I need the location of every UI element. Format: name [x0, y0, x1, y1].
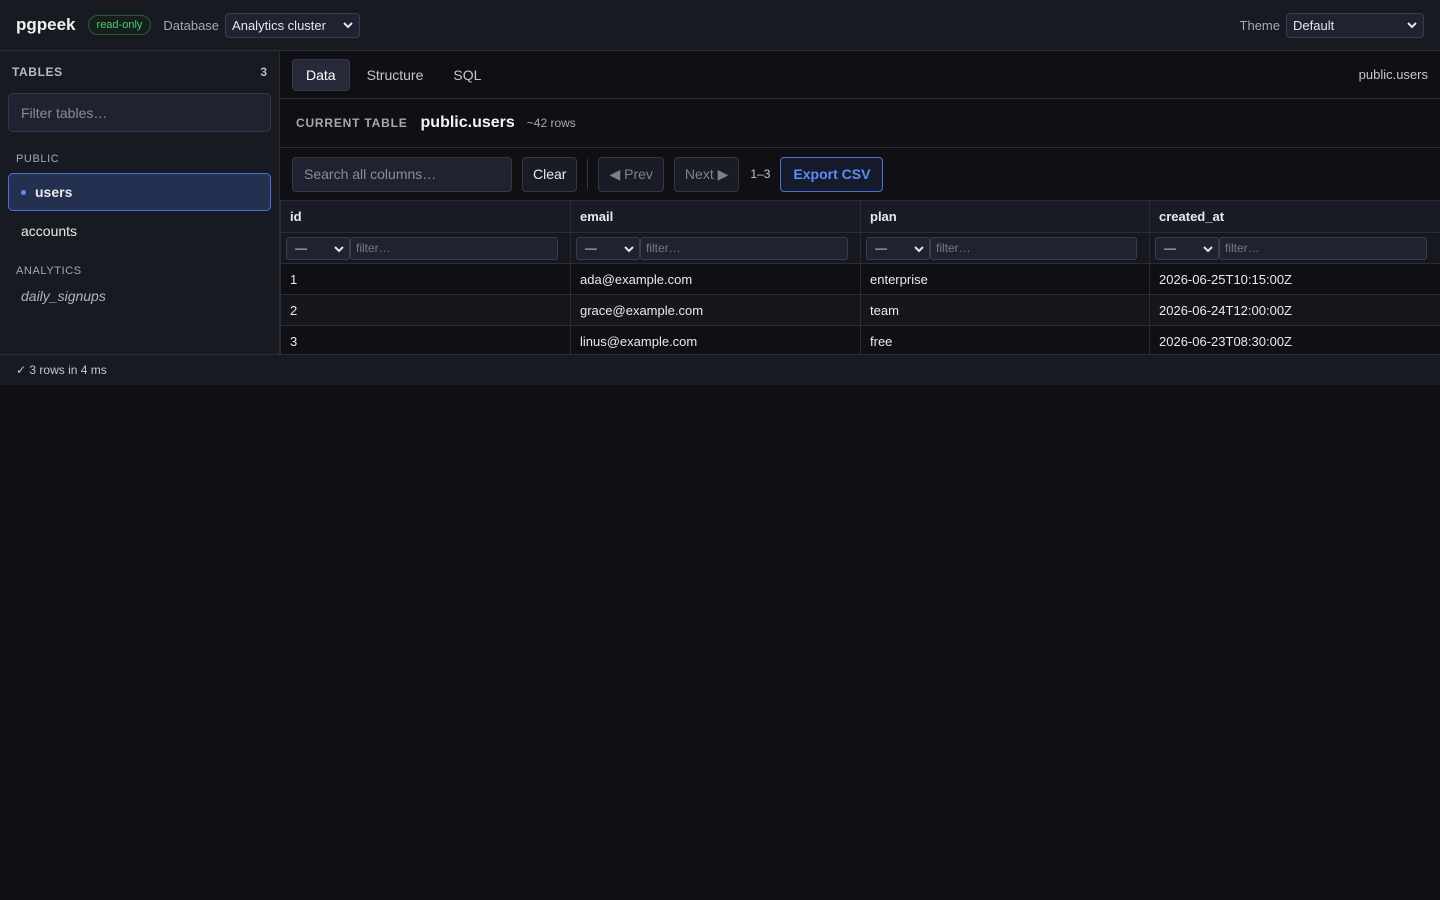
tab-data[interactable]: Data [292, 58, 350, 91]
filter-operator-value: — [585, 241, 597, 255]
theme-select[interactable]: Default [1286, 12, 1424, 38]
chevron-down-icon [914, 245, 924, 252]
column-filter-created-at: — filter… [1149, 232, 1440, 264]
toolbar-divider [587, 159, 589, 189]
column-filter-input[interactable]: filter… [640, 236, 848, 260]
chevron-down-icon [1203, 245, 1213, 252]
cell-created-at[interactable]: 2026-06-24T12:00:00Z [1149, 294, 1440, 326]
column-header-id[interactable]: id [280, 200, 571, 233]
tab-structure[interactable]: Structure [354, 60, 437, 90]
group-label-analytics: ANALYTICS [16, 265, 82, 277]
next-page-button[interactable]: Next ▶ [673, 156, 740, 192]
cell-id[interactable]: 1 [280, 263, 571, 295]
sidebar-item-label: accounts [21, 223, 78, 239]
sidebar-item-accounts[interactable]: accounts [0, 212, 279, 250]
column-filter-input[interactable]: filter… [1219, 236, 1427, 260]
top-bar: pgpeek read-only Database Analytics clus… [0, 0, 1440, 51]
current-table-header: CURRENT TABLE public.users ~42 rows [280, 99, 1440, 148]
cell-created-at[interactable]: 2026-06-23T08:30:00Z [1149, 325, 1440, 357]
database-select[interactable]: Analytics cluster [225, 12, 361, 38]
filter-operator-select[interactable]: — [576, 236, 640, 260]
cell-created-at[interactable]: 2026-06-25T10:15:00Z [1149, 263, 1440, 295]
table-row[interactable]: 3 linus@example.com free 2026-06-23T08:3… [280, 325, 1440, 357]
cell-id[interactable]: 2 [280, 294, 571, 326]
current-path: public.users [1358, 67, 1428, 82]
database-label: Database [163, 17, 220, 33]
table-row[interactable]: 1 ada@example.com enterprise 2026-06-25T… [280, 263, 1440, 295]
page-range: 1–3 [750, 167, 771, 181]
filter-operator-value: — [1164, 241, 1176, 255]
sidebar-header: TABLES 3 [0, 51, 279, 79]
cell-plan[interactable]: enterprise [860, 263, 1150, 295]
column-header-created-at[interactable]: created_at [1149, 200, 1440, 233]
group-label-public: PUBLIC [16, 153, 60, 165]
main-panel: Data Structure SQL public.users CURRENT … [280, 51, 1440, 357]
cell-email[interactable]: ada@example.com [570, 263, 861, 295]
filter-operator-select[interactable]: — [286, 236, 350, 260]
theme-select-value: Default [1293, 17, 1335, 33]
search-all-input[interactable]: Search all columns… [292, 156, 512, 192]
filter-operator-select[interactable]: — [1155, 236, 1219, 260]
row-estimate: ~42 rows [526, 116, 576, 130]
current-table-label: CURRENT TABLE [296, 116, 408, 130]
column-filter-id: — filter… [280, 232, 571, 264]
table-count: 3 [260, 65, 267, 79]
theme-label: Theme [1239, 17, 1280, 33]
filter-tables-input[interactable]: Filter tables… [8, 93, 271, 132]
app-name: pgpeek [16, 15, 76, 34]
filter-operator-value: — [295, 241, 307, 255]
column-filter-input[interactable]: filter… [930, 236, 1137, 260]
cell-email[interactable]: grace@example.com [570, 294, 861, 326]
sidebar-item-label: daily_signups [21, 288, 106, 304]
tab-bar: Data Structure SQL public.users [280, 51, 1440, 99]
status-text: ✓ 3 rows in 4 ms [16, 363, 107, 377]
data-table: id email plan created_at — filter… — fil… [280, 200, 1440, 357]
cell-plan[interactable]: free [860, 325, 1150, 357]
sidebar: TABLES 3 Filter tables… PUBLIC users acc… [0, 51, 280, 354]
toolbar: Search all columns… Clear ◀ Prev Next ▶ … [280, 148, 1440, 200]
filter-operator-value: — [875, 241, 887, 255]
read-only-badge: read-only [87, 15, 152, 35]
sidebar-item-label: users [35, 184, 73, 200]
cell-email[interactable]: linus@example.com [570, 325, 861, 357]
clear-button[interactable]: Clear [522, 156, 578, 192]
chevron-down-icon [334, 245, 344, 252]
current-table-name: public.users [420, 114, 515, 131]
column-filter-plan: — filter… [860, 232, 1150, 264]
column-header-plan[interactable]: plan [860, 200, 1150, 233]
sidebar-item-users[interactable]: users [8, 173, 271, 211]
prev-page-button[interactable]: ◀ Prev [598, 156, 664, 192]
sidebar-title: TABLES [12, 65, 63, 79]
filter-operator-select[interactable]: — [866, 236, 930, 260]
cell-plan[interactable]: team [860, 294, 1150, 326]
tab-sql[interactable]: SQL [440, 60, 494, 90]
export-csv-button[interactable]: Export CSV [780, 156, 884, 192]
status-bar: ✓ 3 rows in 4 ms [0, 354, 1440, 385]
column-filter-input[interactable]: filter… [350, 236, 558, 260]
database-select-value: Analytics cluster [232, 17, 326, 33]
column-header-email[interactable]: email [570, 200, 861, 233]
table-row[interactable]: 2 grace@example.com team 2026-06-24T12:0… [280, 294, 1440, 326]
active-dot-icon [21, 189, 26, 195]
chevron-down-icon [624, 245, 634, 252]
cell-id[interactable]: 3 [280, 325, 571, 357]
sidebar-item-daily-signups[interactable]: daily_signups [0, 277, 279, 315]
column-filter-email: — filter… [570, 232, 861, 264]
